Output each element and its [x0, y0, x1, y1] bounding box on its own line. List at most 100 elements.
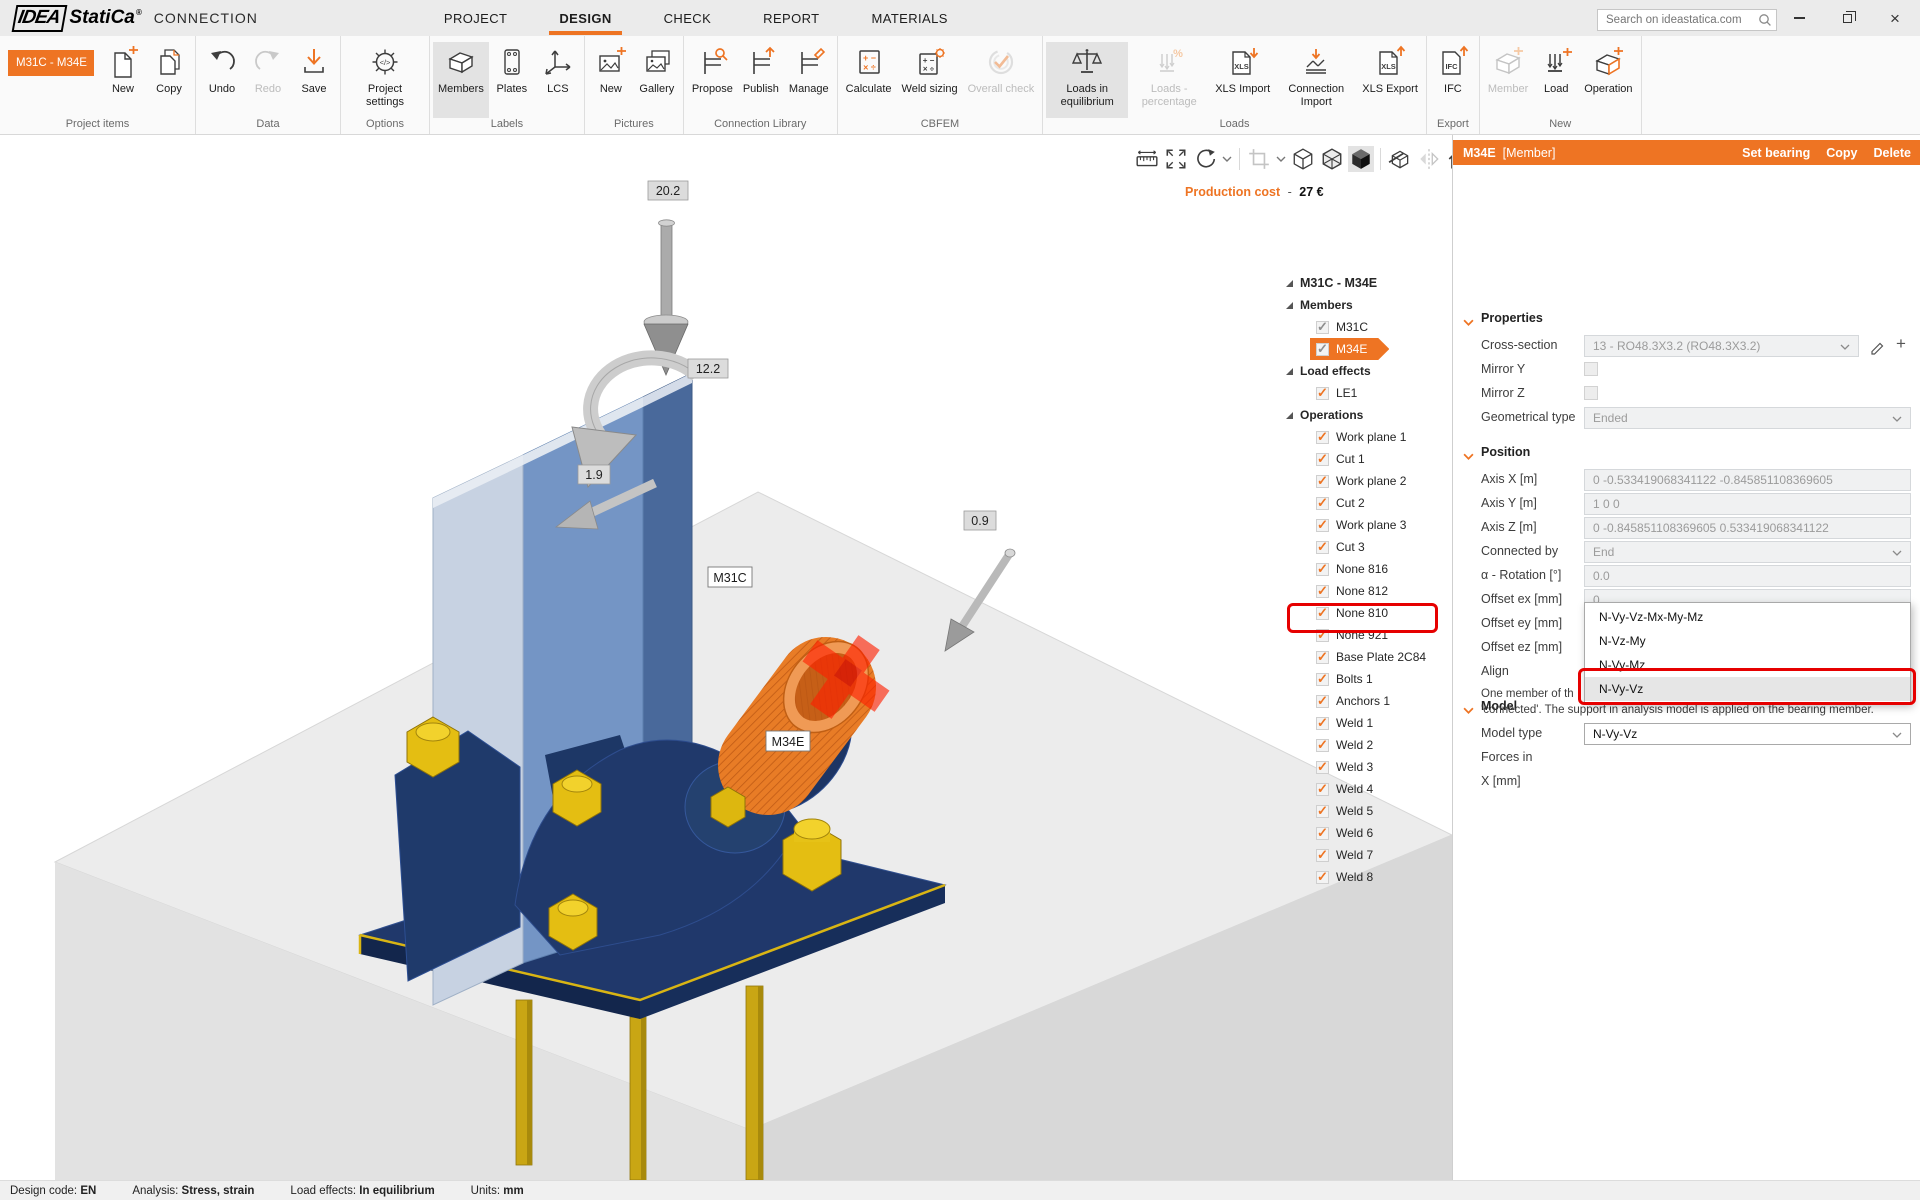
checkbox-icon[interactable] — [1316, 519, 1329, 532]
tree-item-bolts-1[interactable]: Bolts 1 — [1286, 668, 1448, 690]
expander-icon[interactable] — [1286, 412, 1293, 419]
measure-icon[interactable] — [1134, 146, 1160, 172]
edit-cross-section-icon[interactable] — [1867, 335, 1887, 357]
panel-action-delete[interactable]: Delete — [1873, 146, 1911, 160]
tree-item-cut-3[interactable]: Cut 3 — [1286, 536, 1448, 558]
checkbox-icon[interactable] — [1316, 695, 1329, 708]
dropdown-option-n-vy-vz-mx-my-mz[interactable]: N-Vy-Vz-Mx-My-Mz — [1585, 605, 1910, 629]
ribbon-button-ifc[interactable]: IFCIFC — [1430, 42, 1476, 118]
ribbon-button-copy[interactable]: Copy — [146, 42, 192, 118]
panel-action-copy[interactable]: Copy — [1826, 146, 1857, 160]
checkbox-icon[interactable] — [1316, 651, 1329, 664]
tree-group-operations[interactable]: Operations — [1286, 404, 1448, 426]
add-cross-section-icon[interactable]: + — [1891, 333, 1911, 355]
dropdown-option-n-vz-my[interactable]: N-Vz-My — [1585, 629, 1910, 653]
ribbon-button-undo[interactable]: Undo — [199, 42, 245, 118]
ribbon-button-loads-in-equilibrium[interactable]: Loads in equilibrium — [1046, 42, 1128, 118]
ribbon-button-lcs[interactable]: LCS — [535, 42, 581, 118]
tree-group-load-effects[interactable]: Load effects — [1286, 360, 1448, 382]
minimize-button[interactable] — [1788, 7, 1810, 29]
restore-button[interactable] — [1836, 7, 1858, 29]
checkbox-icon[interactable] — [1316, 453, 1329, 466]
cube-solid-icon[interactable] — [1348, 146, 1374, 172]
checkbox-icon[interactable] — [1316, 585, 1329, 598]
ribbon-button-calculate[interactable]: + −× ÷Calculate — [841, 42, 897, 118]
ribbon-button-xls-import[interactable]: XLSXLS Import — [1210, 42, 1275, 118]
fit-view-icon[interactable] — [1163, 146, 1189, 172]
clip-plane-icon[interactable] — [1387, 146, 1413, 172]
tree-item-weld-2[interactable]: Weld 2 — [1286, 734, 1448, 756]
checkbox-icon[interactable] — [1316, 431, 1329, 444]
tree-item-cut-1[interactable]: Cut 1 — [1286, 448, 1448, 470]
checkbox-icon[interactable] — [1316, 871, 1329, 884]
checkbox-icon[interactable] — [1316, 607, 1329, 620]
checkbox-icon[interactable] — [1316, 717, 1329, 730]
checkbox-icon[interactable] — [1316, 849, 1329, 862]
tree-root[interactable]: M31C - M34E — [1286, 272, 1448, 294]
tree-item-weld-5[interactable]: Weld 5 — [1286, 800, 1448, 822]
close-button[interactable]: × — [1884, 7, 1906, 29]
ribbon-button-manage[interactable]: Manage — [784, 42, 834, 118]
tree-item-weld-3[interactable]: Weld 3 — [1286, 756, 1448, 778]
ribbon-button-propose[interactable]: Propose — [687, 42, 738, 118]
tree-item-work-plane-1[interactable]: Work plane 1 — [1286, 426, 1448, 448]
viewport-3d[interactable]: 20.2 12.2 1.9 0.9 M31C M34E — [0, 135, 1452, 1180]
tab-check[interactable]: CHECK — [638, 0, 738, 36]
checkbox-icon[interactable] — [1316, 739, 1329, 752]
checkbox-icon[interactable] — [1316, 761, 1329, 774]
ribbon-button-gallery[interactable]: Gallery — [634, 42, 680, 118]
ribbon-button-project-settings[interactable]: </>Project settings — [344, 42, 426, 118]
cube-wire-icon[interactable] — [1290, 146, 1316, 172]
checkbox-icon[interactable] — [1316, 321, 1329, 334]
checkbox-icon[interactable] — [1316, 673, 1329, 686]
checkbox-icon[interactable] — [1316, 805, 1329, 818]
tree-item-none-810[interactable]: None 810 — [1286, 602, 1448, 624]
ribbon-button-plates[interactable]: Plates — [489, 42, 535, 118]
rotate-icon[interactable] — [1192, 146, 1218, 172]
dropdown-option-n-vy-vz[interactable]: N-Vy-Vz — [1585, 677, 1910, 701]
checkbox-icon[interactable] — [1316, 783, 1329, 796]
checkbox-icon[interactable] — [1316, 343, 1329, 356]
tab-materials[interactable]: MATERIALS — [846, 0, 974, 36]
expander-icon[interactable] — [1286, 302, 1293, 309]
checkbox-icon[interactable] — [1316, 387, 1329, 400]
tree-item-weld-8[interactable]: Weld 8 — [1286, 866, 1448, 888]
tree-item-base-plate-2c84[interactable]: Base Plate 2C84 — [1286, 646, 1448, 668]
ribbon-button-save[interactable]: Save — [291, 42, 337, 118]
tree-item-weld-4[interactable]: Weld 4 — [1286, 778, 1448, 800]
ribbon-button-new[interactable]: New — [100, 42, 146, 118]
ribbon-button-publish[interactable]: Publish — [738, 42, 784, 118]
chevron-down-icon[interactable] — [1275, 146, 1287, 172]
checkbox-icon[interactable] — [1316, 541, 1329, 554]
tree-item-none-921[interactable]: None 921 — [1286, 624, 1448, 646]
section-collapse-icon[interactable] — [1463, 447, 1474, 465]
section-collapse-icon[interactable] — [1463, 701, 1474, 719]
search-input[interactable] — [1597, 9, 1777, 31]
tab-project[interactable]: PROJECT — [418, 0, 533, 36]
tree-item-weld-6[interactable]: Weld 6 — [1286, 822, 1448, 844]
tree-item-work-plane-3[interactable]: Work plane 3 — [1286, 514, 1448, 536]
tree-item-weld-1[interactable]: Weld 1 — [1286, 712, 1448, 734]
tab-report[interactable]: REPORT — [737, 0, 845, 36]
ribbon-button-operation[interactable]: Operation — [1579, 42, 1637, 118]
ribbon-button-members[interactable]: Members — [433, 42, 489, 118]
ribbon-button-weld-sizing[interactable]: + −× ÷Weld sizing — [897, 42, 963, 118]
expander-icon[interactable] — [1286, 368, 1293, 375]
tree-item-weld-7[interactable]: Weld 7 — [1286, 844, 1448, 866]
dropdown-option-n-vy-mz[interactable]: N-Vy-Mz — [1585, 653, 1910, 677]
tree-item-anchors-1[interactable]: Anchors 1 — [1286, 690, 1448, 712]
tree-item-m34e[interactable]: M34E — [1286, 338, 1448, 360]
checkbox-icon[interactable] — [1316, 475, 1329, 488]
cube-transparent-icon[interactable] — [1319, 146, 1345, 172]
ribbon-button-xls-export[interactable]: XLSXLS Export — [1357, 42, 1423, 118]
selected-item-band[interactable]: M34E — [1310, 338, 1389, 360]
expander-icon[interactable] — [1286, 280, 1293, 287]
tab-design[interactable]: DESIGN — [533, 0, 637, 36]
project-item-selector[interactable]: M31C - M34E — [8, 50, 94, 76]
checkbox-icon[interactable] — [1316, 827, 1329, 840]
checkbox-icon[interactable] — [1316, 497, 1329, 510]
tree-item-none-816[interactable]: None 816 — [1286, 558, 1448, 580]
tree-group-members[interactable]: Members — [1286, 294, 1448, 316]
ribbon-button-load[interactable]: Load — [1533, 42, 1579, 118]
ribbon-button-connection-import[interactable]: Connection Import — [1275, 42, 1357, 118]
